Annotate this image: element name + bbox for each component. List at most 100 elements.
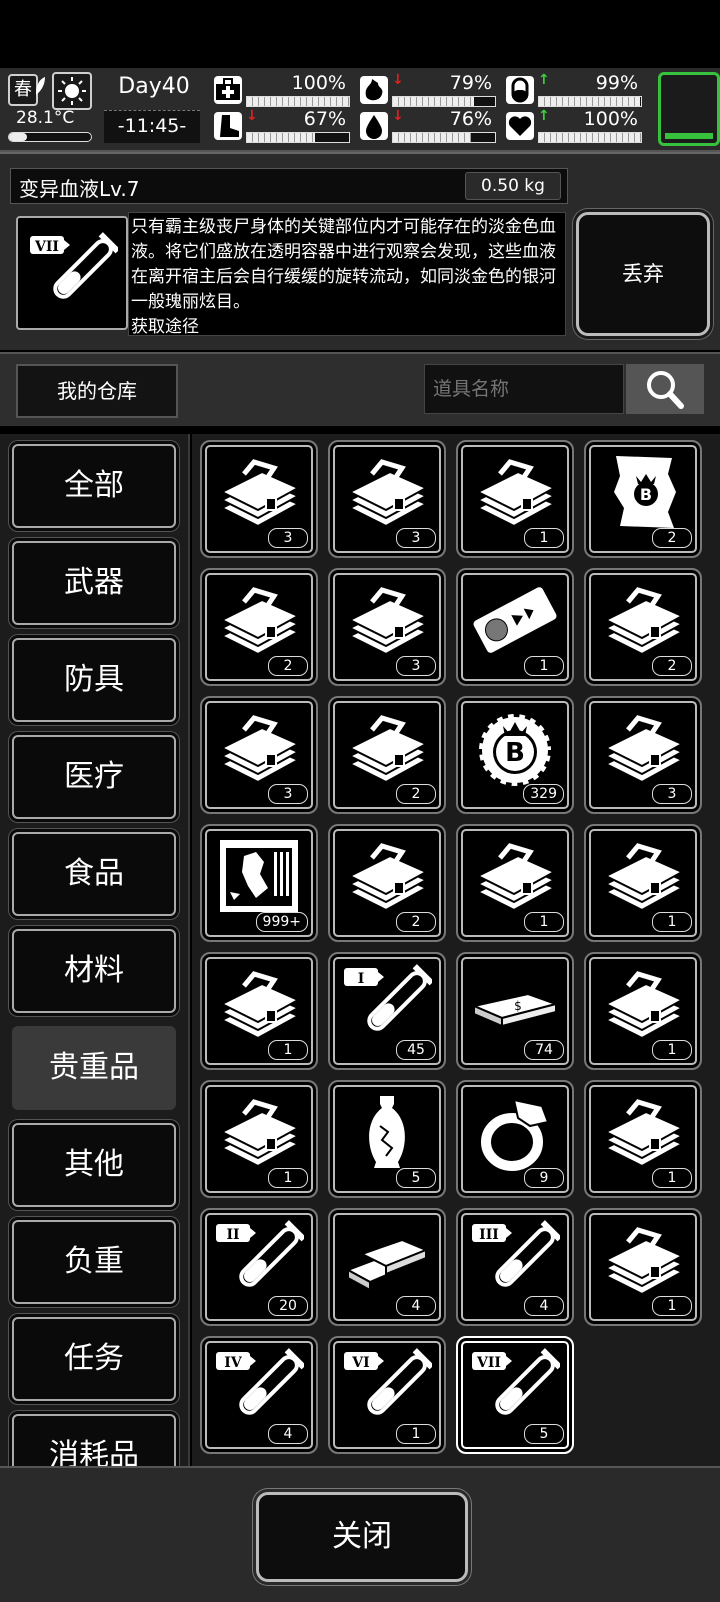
inventory-slot[interactable]: 999+: [200, 824, 318, 942]
svg-text:B: B: [505, 738, 525, 768]
inventory-slot[interactable]: 1: [200, 952, 318, 1070]
category-1[interactable]: 武器: [12, 541, 176, 625]
inventory-slot[interactable]: II 20: [200, 1208, 318, 1326]
search-button[interactable]: [626, 364, 704, 414]
search-icon: [647, 371, 684, 409]
svg-text:III: III: [479, 1227, 499, 1243]
svg-text:VI: VI: [351, 1355, 369, 1371]
inventory-slot[interactable]: B 329: [456, 696, 574, 814]
inventory-slot[interactable]: 1: [200, 1080, 318, 1198]
temperature-bar: [8, 132, 92, 142]
inventory-slot[interactable]: I 45: [328, 952, 446, 1070]
battery-indicator[interactable]: [658, 72, 720, 146]
inventory-slot[interactable]: $74: [456, 952, 574, 1070]
item-count-badge: 1: [268, 1040, 308, 1060]
item-count-badge: 4: [524, 1296, 564, 1316]
inventory-slot[interactable]: 1: [584, 1208, 702, 1326]
stat-bar: [246, 96, 350, 107]
svg-text:$: $: [514, 999, 522, 1013]
inventory-slot[interactable]: VII 5: [456, 1336, 574, 1454]
svg-text:II: II: [226, 1227, 239, 1243]
pill-icon: [506, 76, 534, 104]
item-count-badge: 1: [652, 1040, 692, 1060]
item-count-badge: 4: [268, 1424, 308, 1444]
stat-bar: [246, 132, 350, 143]
medkit-icon: [214, 76, 242, 104]
inventory-slot[interactable]: VI 1: [328, 1336, 446, 1454]
stat-bar: [538, 96, 642, 107]
inventory-slot[interactable]: III 4: [456, 1208, 574, 1326]
stat-value: 76%: [449, 108, 492, 130]
day-counter: Day40: [118, 74, 190, 99]
item-count-badge: 2: [396, 912, 436, 932]
inventory-grid[interactable]: 3 3 1 B 2 2 3 1 2 3 2 B 329 3 999+ 2 1 1 1 I 45 $74 1 1 5 9 1 II 20 4…: [192, 434, 720, 1466]
inventory-slot[interactable]: 2: [328, 824, 446, 942]
category-7[interactable]: 其他: [12, 1123, 176, 1207]
category-2[interactable]: 防具: [12, 638, 176, 722]
item-count-badge: 74: [524, 1040, 564, 1060]
category-10[interactable]: 消耗品: [12, 1414, 176, 1466]
inventory-slot[interactable]: 5: [328, 1080, 446, 1198]
heart-icon: [506, 112, 534, 140]
stat-bar: [392, 132, 496, 143]
svg-text:I: I: [358, 971, 365, 987]
inventory-slot[interactable]: 2: [584, 568, 702, 686]
category-3[interactable]: 医疗: [12, 735, 176, 819]
item-count-badge: 2: [652, 656, 692, 676]
item-description: 只有霸主级丧尸身体的关键部位内才可能存在的淡金色血液。将它们盛放在透明容器中进行…: [131, 217, 556, 336]
weather-sun-icon: [52, 72, 92, 110]
category-9[interactable]: 任务: [12, 1317, 176, 1401]
svg-text:B: B: [640, 485, 652, 504]
svg-text:IV: IV: [224, 1355, 243, 1371]
my-storage-tab[interactable]: 我的仓库: [16, 364, 178, 418]
inventory-slot[interactable]: 1: [584, 824, 702, 942]
item-count-badge: 999+: [255, 912, 308, 932]
category-8[interactable]: 负重: [12, 1220, 176, 1304]
item-search-input[interactable]: [424, 364, 624, 414]
inventory-slot[interactable]: 1: [456, 568, 574, 686]
temperature-text: 28.1°C: [16, 108, 75, 128]
stomach-icon: [360, 76, 388, 104]
item-name: 变异血液Lv.7: [19, 177, 140, 201]
inventory-slot[interactable]: 2: [200, 568, 318, 686]
item-description-box[interactable]: 只有霸主级丧尸身体的关键部位内才可能存在的淡金色血液。将它们盛放在透明容器中进行…: [128, 212, 566, 336]
item-count-badge: 3: [268, 784, 308, 804]
item-count-badge: 1: [268, 1168, 308, 1188]
close-button[interactable]: 关闭: [256, 1492, 468, 1582]
discard-button[interactable]: 丢弃: [576, 212, 710, 336]
leaf-icon: [36, 77, 45, 95]
category-4[interactable]: 食品: [12, 832, 176, 916]
game-clock: -11:45-: [104, 110, 200, 143]
stat-value: 100%: [583, 108, 638, 130]
item-count-badge: 1: [396, 1424, 436, 1444]
category-0[interactable]: 全部: [12, 444, 176, 528]
inventory-slot[interactable]: IV 4: [200, 1336, 318, 1454]
inventory-slot[interactable]: 9: [456, 1080, 574, 1198]
inventory-slot[interactable]: B2: [584, 440, 702, 558]
category-sidebar[interactable]: 全部武器防具医疗食品材料贵重品其他负重任务消耗品: [0, 434, 190, 1466]
stat-bar: [538, 132, 642, 143]
item-count-badge: 2: [268, 656, 308, 676]
inventory-slot[interactable]: 3: [584, 696, 702, 814]
inventory-slot[interactable]: 1: [584, 952, 702, 1070]
category-5[interactable]: 材料: [12, 929, 176, 1013]
category-6[interactable]: 贵重品: [12, 1026, 176, 1110]
item-count-badge: 1: [524, 656, 564, 676]
test-tube-vii-icon: VII: [16, 216, 128, 330]
stat-value: 79%: [449, 72, 492, 94]
item-count-badge: 5: [396, 1168, 436, 1188]
inventory-slot[interactable]: 1: [456, 440, 574, 558]
inventory-slot[interactable]: 3: [200, 440, 318, 558]
inventory-slot[interactable]: 4: [328, 1208, 446, 1326]
inventory-slot[interactable]: 3: [328, 568, 446, 686]
stat-bar: [392, 96, 496, 107]
inventory-slot[interactable]: 3: [200, 696, 318, 814]
inventory-slot[interactable]: 2: [328, 696, 446, 814]
inventory-slot[interactable]: 3: [328, 440, 446, 558]
storage-toolbar: 我的仓库: [0, 352, 720, 426]
inventory-slot[interactable]: 1: [584, 1080, 702, 1198]
item-name-bar: 变异血液Lv.7 0.50 kg: [10, 168, 568, 204]
inventory-slot[interactable]: 1: [456, 824, 574, 942]
boot-icon: [214, 112, 242, 140]
status-bar: 春 28.1°C Day40 -11:45- 100% ↓ 79% ↑ 99% ↓ 67% ↓…: [0, 68, 720, 152]
